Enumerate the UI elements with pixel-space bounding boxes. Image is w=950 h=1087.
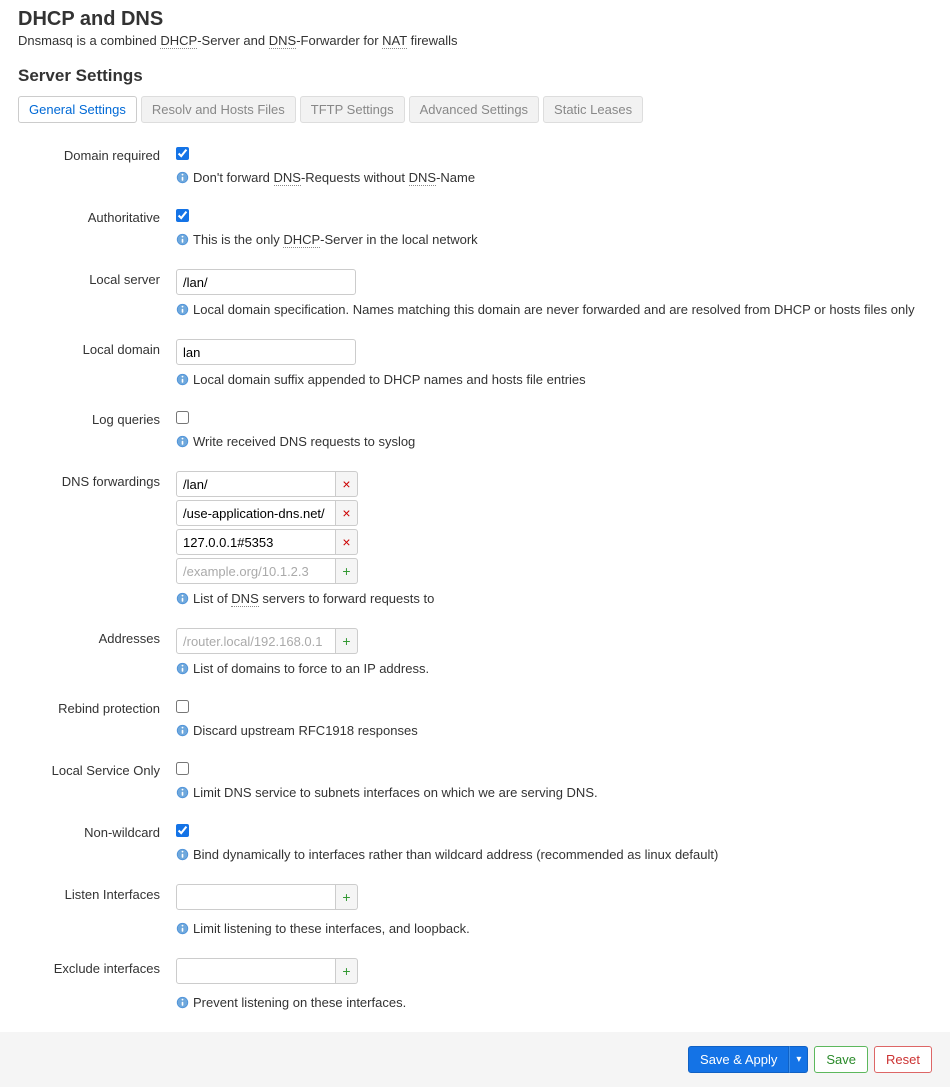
info-icon <box>176 786 189 799</box>
label-local-server: Local server <box>18 269 176 287</box>
input-dns-forwardings-add[interactable] <box>176 558 336 584</box>
checkbox-rebind-protection[interactable] <box>176 700 189 713</box>
hint-non-wildcard: Bind dynamically to interfaces rather th… <box>193 847 718 862</box>
label-dns-forwardings: DNS forwardings <box>18 471 176 489</box>
input-addresses-add[interactable] <box>176 628 336 654</box>
tab-general-settings[interactable]: General Settings <box>18 96 137 123</box>
label-authoritative: Authoritative <box>18 207 176 225</box>
save-apply-dropdown[interactable]: ▾ <box>789 1046 808 1073</box>
remove-button[interactable]: × <box>336 471 358 497</box>
info-icon <box>176 435 189 448</box>
footer-bar: Save & Apply ▾ Save Reset <box>0 1032 950 1087</box>
hint-listen-interfaces: Limit listening to these interfaces, and… <box>193 921 470 936</box>
save-apply-button[interactable]: Save & Apply <box>688 1046 789 1073</box>
label-log-queries: Log queries <box>18 409 176 427</box>
hint-rebind-protection: Discard upstream RFC1918 responses <box>193 723 418 738</box>
label-listen-interfaces: Listen Interfaces <box>18 884 176 902</box>
tab-advanced-settings[interactable]: Advanced Settings <box>409 96 539 123</box>
tab-static-leases[interactable]: Static Leases <box>543 96 643 123</box>
info-icon <box>176 848 189 861</box>
remove-button[interactable]: × <box>336 529 358 555</box>
label-local-service-only: Local Service Only <box>18 760 176 778</box>
info-icon <box>176 592 189 605</box>
hint-addresses: List of domains to force to an IP addres… <box>193 661 429 676</box>
add-button[interactable]: + <box>336 884 358 910</box>
label-local-domain: Local domain <box>18 339 176 357</box>
checkbox-log-queries[interactable] <box>176 411 189 424</box>
abbr-nat: NAT <box>382 33 407 49</box>
tabs: General Settings Resolv and Hosts Files … <box>18 96 932 123</box>
input-exclude-interfaces-add[interactable] <box>176 958 336 984</box>
add-button[interactable]: + <box>336 558 358 584</box>
label-exclude-interfaces: Exclude interfaces <box>18 958 176 976</box>
info-icon <box>176 662 189 675</box>
info-icon <box>176 922 189 935</box>
info-icon <box>176 996 189 1009</box>
input-local-domain[interactable] <box>176 339 356 365</box>
info-icon <box>176 303 189 316</box>
label-non-wildcard: Non-wildcard <box>18 822 176 840</box>
label-domain-required: Domain required <box>18 145 176 163</box>
input-dns-forwardings-1[interactable] <box>176 500 336 526</box>
label-addresses: Addresses <box>18 628 176 646</box>
page-title: DHCP and DNS <box>18 8 932 31</box>
checkbox-authoritative[interactable] <box>176 209 189 222</box>
input-dns-forwardings-0[interactable] <box>176 471 336 497</box>
page-description: Dnsmasq is a combined DHCP-Server and DN… <box>18 33 932 48</box>
tab-tftp-settings[interactable]: TFTP Settings <box>300 96 405 123</box>
input-dns-forwardings-2[interactable] <box>176 529 336 555</box>
abbr-dns: DNS <box>269 33 296 49</box>
tab-resolv-hosts[interactable]: Resolv and Hosts Files <box>141 96 296 123</box>
abbr-dhcp: DHCP <box>160 33 197 49</box>
input-listen-interfaces-add[interactable] <box>176 884 336 910</box>
reset-button[interactable]: Reset <box>874 1046 932 1073</box>
hint-local-service-only: Limit DNS service to subnets interfaces … <box>193 785 598 800</box>
input-local-server[interactable] <box>176 269 356 295</box>
checkbox-local-service-only[interactable] <box>176 762 189 775</box>
hint-log-queries: Write received DNS requests to syslog <box>193 434 415 449</box>
remove-button[interactable]: × <box>336 500 358 526</box>
info-icon <box>176 233 189 246</box>
hint-local-domain: Local domain suffix appended to DHCP nam… <box>193 372 586 387</box>
checkbox-domain-required[interactable] <box>176 147 189 160</box>
add-button[interactable]: + <box>336 628 358 654</box>
info-icon <box>176 171 189 184</box>
save-button[interactable]: Save <box>814 1046 868 1073</box>
hint-exclude-interfaces: Prevent listening on these interfaces. <box>193 995 406 1010</box>
server-settings-title: Server Settings <box>18 66 932 86</box>
info-icon <box>176 373 189 386</box>
checkbox-non-wildcard[interactable] <box>176 824 189 837</box>
add-button[interactable]: + <box>336 958 358 984</box>
info-icon <box>176 724 189 737</box>
label-rebind-protection: Rebind protection <box>18 698 176 716</box>
hint-local-server: Local domain specification. Names matchi… <box>193 302 915 317</box>
